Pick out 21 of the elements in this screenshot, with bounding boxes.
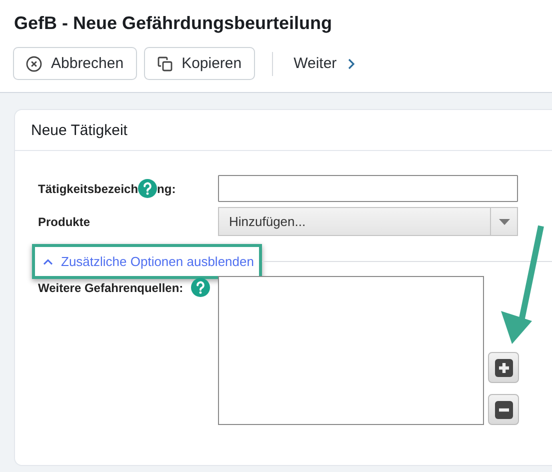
help-icon[interactable]	[138, 179, 158, 198]
plus-icon	[494, 358, 512, 376]
card-title: Neue Tätigkeit	[31, 122, 128, 138]
copy-icon	[156, 56, 173, 72]
page-title: GefB - Neue Gefährdungsbeurteilung	[14, 12, 334, 34]
add-button[interactable]	[488, 352, 519, 383]
remove-button[interactable]	[488, 394, 519, 425]
dropdown-field[interactable]: Hinzufügen...	[218, 207, 518, 236]
cancel-button[interactable]: Abbrechen	[13, 47, 137, 80]
input-field[interactable]	[218, 175, 518, 202]
copy-button[interactable]: Kopieren	[144, 47, 255, 80]
help-icon[interactable]	[191, 278, 210, 297]
close-icon	[26, 56, 42, 72]
field-label: ng:	[157, 182, 176, 196]
field-label: Weitere Gefahrenquellen:	[38, 280, 184, 294]
toggle-link[interactable]: Zusätzliche Optionen ausblenden	[43, 254, 254, 269]
caret-icon	[498, 218, 510, 224]
chevron-right-icon	[346, 58, 355, 70]
field-label: Produkte	[38, 214, 90, 228]
field-label: Tätigkeitsbezeich	[38, 182, 138, 196]
minus-icon	[494, 400, 512, 418]
